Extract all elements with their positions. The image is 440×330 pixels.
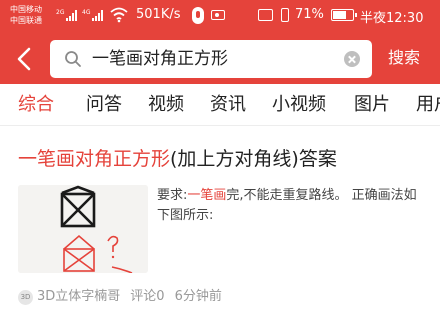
camera-icon [211,10,225,20]
screen-cast-icon [258,9,273,21]
carrier-1: 中国移动 [10,5,42,14]
result-title-highlight: 一笔画对角正方形 [18,148,171,170]
tab-qa[interactable]: 问答 [86,94,122,116]
tab-users[interactable]: 用户 [416,94,440,116]
source-avatar-icon: 3D [18,289,33,305]
square-diagonals-drawing [18,185,148,273]
source-name[interactable]: 3D立体字楠哥 [37,288,120,306]
search-query[interactable]: 一笔画对角正方形 [92,49,228,69]
battery-percent: 71% [295,7,324,22]
search-input[interactable]: 一笔画对角正方形 [50,40,372,78]
result-title[interactable]: 一笔画对角正方形(加上方对角线)答案 [18,147,337,171]
tab-video[interactable]: 视频 [148,94,184,116]
snippet-highlight: 一笔画 [187,188,227,203]
comment-count: 评论0 [130,289,165,304]
tab-short-video[interactable]: 小视频 [272,94,326,116]
search-icon [65,51,81,67]
status-bar: 中国移动 中国联通 2G 4G 501K/s 71% 半夜12:30 [0,0,440,34]
search-button[interactable]: 搜索 [388,48,420,68]
signal-1-icon: 2G [56,9,78,21]
result-meta: 3D 3D立体字楠哥 评论0 6分钟前 [18,288,222,306]
publish-time: 6分钟前 [174,289,222,304]
battery-icon [331,9,357,21]
clear-icon[interactable] [344,51,360,67]
clock: 半夜12:30 [360,11,424,26]
result-snippet: 要求:一笔画完,不能走重复路线。 正确画法如下图所示: [157,188,417,223]
carrier-2: 中国联通 [10,16,42,25]
back-arrow-icon[interactable] [8,42,42,76]
carrier-names: 中国移动 中国联通 [10,4,42,26]
search-header: 一笔画对角正方形 搜索 [0,34,440,84]
vibrate-icon [281,8,289,22]
microphone-icon [192,7,204,24]
wifi-icon [110,7,128,23]
tab-news[interactable]: 资讯 [210,94,246,116]
tab-comprehensive[interactable]: 综合 [18,94,54,116]
result-title-rest: (加上方对角线)答案 [170,148,337,170]
result-thumbnail[interactable] [18,185,148,273]
network-speed: 501K/s [136,7,181,22]
signal-2-icon: 4G [82,9,104,21]
category-tabs: 综合 问答 视频 资讯 小视频 图片 用户 [0,84,440,126]
tab-images[interactable]: 图片 [354,94,390,116]
